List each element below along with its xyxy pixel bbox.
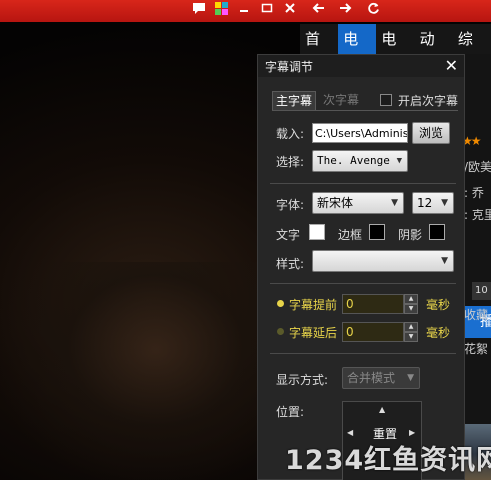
delay-stepper[interactable]: ▲ ▼ <box>404 322 418 342</box>
advance-input[interactable]: 0 <box>342 294 404 314</box>
font-family-select[interactable]: 新宋体 ▼ <box>312 192 404 214</box>
enable-secondary-label: 开启次字幕 <box>398 94 459 108</box>
chevron-down-icon: ▼ <box>396 156 402 166</box>
nav-item-movie[interactable]: 电影 <box>338 24 377 78</box>
divider <box>270 283 456 284</box>
delay-label: 字幕延后 <box>289 326 338 340</box>
nav-item-tv[interactable]: 电视 <box>376 24 414 78</box>
stepper-down-icon[interactable]: ▼ <box>404 332 418 342</box>
chevron-down-icon: ▼ <box>441 198 448 208</box>
back-icon[interactable] <box>309 2 327 20</box>
tab-divider <box>272 110 458 111</box>
display-mode-value: 合并模式 <box>347 371 396 385</box>
title-bar <box>0 0 491 22</box>
advance-label: 字幕提前 <box>289 298 338 312</box>
arrow-right-icon[interactable]: ▶ <box>409 428 415 437</box>
chevron-down-icon: ▼ <box>441 256 448 266</box>
advance-unit: 毫秒 <box>426 298 451 312</box>
nav-item-home[interactable]: 首页 <box>300 24 338 78</box>
delay-unit: 毫秒 <box>426 326 451 340</box>
subtitle-select-value: The. Avenge <box>317 154 390 167</box>
advance-stepper[interactable]: ▲ ▼ <box>404 294 418 314</box>
delay-input[interactable]: 0 <box>342 322 404 342</box>
chevron-down-icon: ▼ <box>391 198 398 208</box>
info-director: : 乔 <box>464 186 484 200</box>
stepper-up-icon[interactable]: ▲ <box>404 294 418 304</box>
divider <box>270 183 456 184</box>
dialog-titlebar[interactable]: 字幕调节 ✕ <box>258 55 464 77</box>
minimize-icon[interactable] <box>235 2 253 20</box>
message-icon[interactable] <box>190 2 208 20</box>
border-color-swatch[interactable] <box>369 224 385 240</box>
border-color-label: 边框 <box>338 228 363 242</box>
shadow-color-swatch[interactable] <box>429 224 445 240</box>
video-frame-detail <box>0 262 260 480</box>
subtitle-select[interactable]: The. Avenge ▼ <box>312 150 408 172</box>
nav-item-anime[interactable]: 动漫 <box>415 24 453 78</box>
subtitle-dialog: 字幕调节 ✕ 主字幕 次字幕 开启次字幕 载入: C:\Users\Admini… <box>257 54 465 480</box>
info-tag: 10 <box>472 282 491 300</box>
style-label: 样式: <box>276 257 305 271</box>
load-path-field[interactable]: C:\Users\Administra <box>312 123 408 143</box>
close-icon[interactable] <box>281 2 299 20</box>
dialog-close-icon[interactable]: ✕ <box>445 55 458 77</box>
forward-icon[interactable] <box>336 2 354 20</box>
site-nav: 首页 电影 电视 动漫 综艺 <box>300 24 491 78</box>
extras-link[interactable]: 花絮 <box>464 340 488 357</box>
style-select[interactable]: ▼ <box>312 250 454 272</box>
display-mode-label: 显示方式: <box>276 373 329 387</box>
skin-icon[interactable] <box>212 2 230 20</box>
chevron-down-icon: ▼ <box>407 373 414 383</box>
display-mode-select[interactable]: 合并模式 ▼ <box>342 367 420 389</box>
text-color-label: 文字 <box>276 228 301 242</box>
tab-primary-subtitle[interactable]: 主字幕 <box>272 91 317 111</box>
font-size-value: 12 <box>417 196 433 210</box>
enable-secondary-checkbox[interactable] <box>380 94 392 106</box>
subtitle-tabs: 主字幕 次字幕 开启次字幕 <box>272 91 458 111</box>
info-region: /欧美 <box>464 160 491 174</box>
info-cast: : 克里 <box>464 208 491 222</box>
nav-item-variety[interactable]: 综艺 <box>453 24 491 78</box>
shadow-color-label: 阴影 <box>398 228 423 242</box>
font-size-select[interactable]: 12 ▼ <box>412 192 454 214</box>
font-family-value: 新宋体 <box>317 196 354 210</box>
watermark: 1234红鱼资讯网 <box>285 445 491 476</box>
select-label: 选择: <box>276 155 305 169</box>
position-label: 位置: <box>276 405 305 419</box>
divider <box>270 353 456 354</box>
refresh-icon[interactable] <box>364 2 382 20</box>
font-label: 字体: <box>276 198 305 212</box>
stepper-up-icon[interactable]: ▲ <box>404 322 418 332</box>
browse-button[interactable]: 浏览 <box>412 122 450 144</box>
advance-indicator-icon <box>277 300 284 307</box>
arrow-up-icon[interactable]: ▲ <box>379 405 385 414</box>
dialog-title: 字幕调节 <box>265 60 314 74</box>
delay-indicator-icon <box>277 328 284 335</box>
text-color-swatch[interactable] <box>309 224 325 240</box>
maximize-icon[interactable] <box>258 2 276 20</box>
load-label: 载入: <box>276 127 305 141</box>
tab-secondary-subtitle[interactable]: 次字幕 <box>320 91 362 111</box>
arrow-left-icon[interactable]: ◀ <box>347 428 353 437</box>
stepper-down-icon[interactable]: ▼ <box>404 304 418 314</box>
favorite-link[interactable]: 收藏 <box>464 306 488 323</box>
